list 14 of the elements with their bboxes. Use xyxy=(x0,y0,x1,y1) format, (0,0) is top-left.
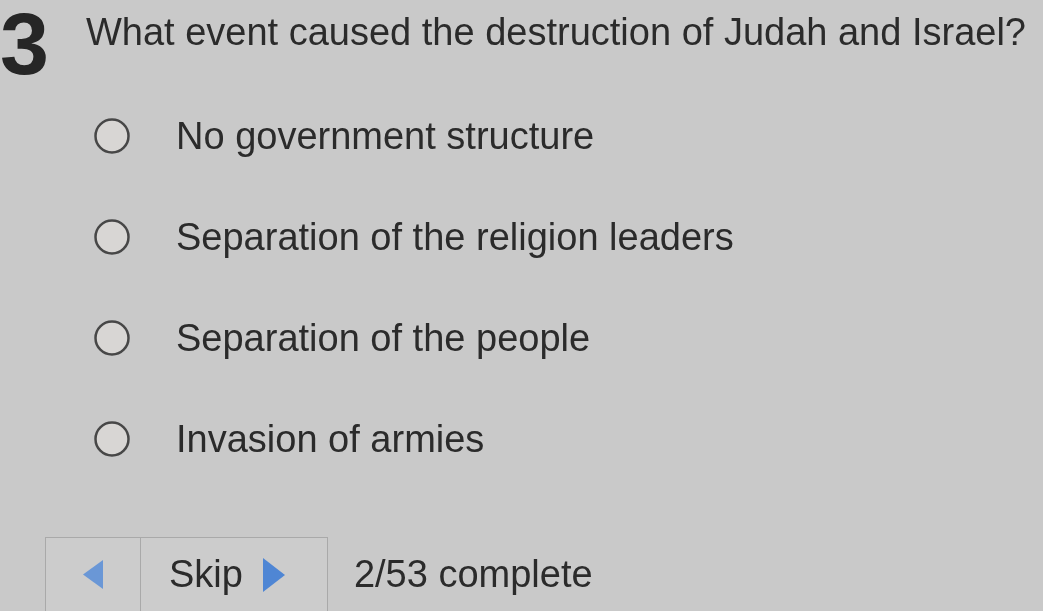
right-triangle-icon xyxy=(262,557,285,592)
radio-button[interactable] xyxy=(94,320,130,356)
option-label[interactable]: Invasion of armies xyxy=(176,417,485,461)
radio-button[interactable] xyxy=(94,219,130,255)
left-triangle-icon xyxy=(83,560,103,589)
question-number: 3 xyxy=(0,0,49,88)
progress-text: 2/53 complete xyxy=(353,552,593,596)
option-label[interactable]: Separation of the people xyxy=(176,316,591,360)
radio-button[interactable] xyxy=(94,118,130,154)
option-label[interactable]: Separation of the religion leaders xyxy=(176,215,734,259)
radio-button[interactable] xyxy=(94,421,130,457)
skip-button[interactable]: Skip xyxy=(141,537,328,611)
question-text: What event caused the destruction of Judah and Israel? xyxy=(85,10,1026,54)
option-label[interactable]: No government structure xyxy=(176,114,595,158)
